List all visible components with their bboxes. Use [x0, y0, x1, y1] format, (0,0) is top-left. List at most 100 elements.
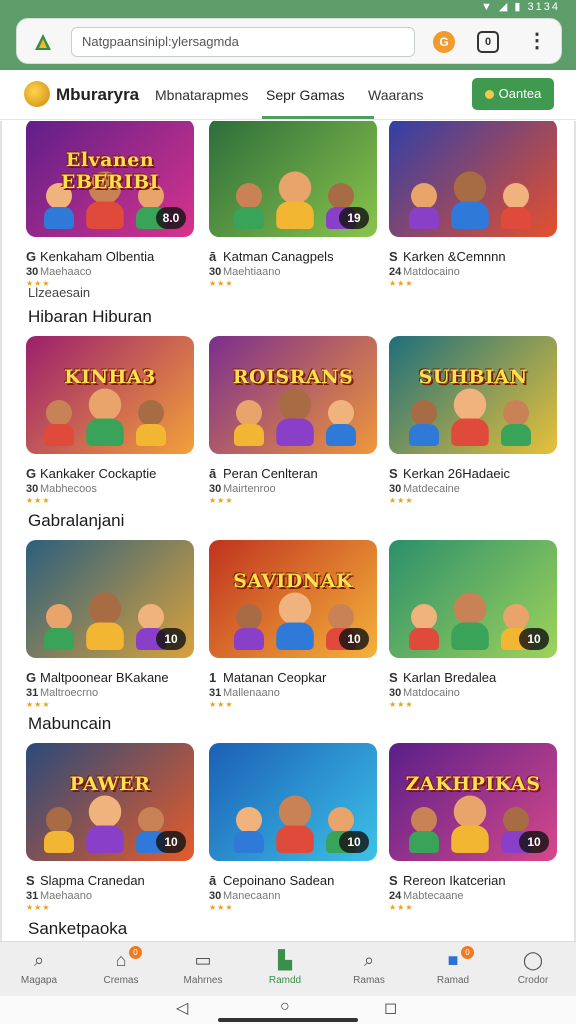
nav-link-2[interactable]: Sepr Gamas — [266, 87, 345, 103]
game-card[interactable]: KINHA3 G Kankaker Cockaptie 30 Mabhecoos ★★★ — [26, 336, 194, 505]
game-thumbnail[interactable]: ROISRANS — [209, 336, 377, 454]
url-input[interactable]: Natgpaansinipl:ylersagmda — [71, 27, 415, 57]
figure-body — [451, 418, 489, 446]
recents-icon[interactable]: ◻ — [384, 998, 397, 1018]
game-title[interactable]: S Kerkan 26Hadaeic — [389, 466, 557, 481]
game-type-icon: ā — [209, 873, 217, 888]
cta-button[interactable]: Oantea — [472, 78, 554, 110]
character-figure — [451, 592, 489, 650]
game-card[interactable]: 10 G Maltpoonear BKakane 31 Maltroecrno ★★★ — [26, 540, 194, 709]
character-figure — [409, 604, 439, 650]
figure-head — [328, 183, 354, 209]
game-thumbnail[interactable]: 19 — [209, 121, 377, 237]
game-card[interactable]: 19 ā Katman Canagpels 30 Maehtiaano ★★★ — [209, 121, 377, 288]
browser-toolbar: Natgpaansinipl:ylersagmda G 0 ⋮ — [0, 14, 576, 70]
rating-badge: 8.0 — [156, 207, 186, 229]
game-count: 30 — [209, 890, 222, 902]
tab-1[interactable]: ⌕ Magapa — [4, 948, 74, 986]
game-art-title: SUHBIAN — [418, 366, 528, 388]
game-title-text: Kenkaham Olbentia — [40, 249, 155, 264]
figure-head — [236, 400, 262, 426]
game-title[interactable]: S Karken &Cemnnn — [389, 249, 557, 264]
game-card[interactable]: S Karken &Cemnnn 24 Matdocaino ★★★ — [389, 121, 557, 288]
game-thumbnail[interactable]: PAWER 10 — [26, 743, 194, 861]
figure-head — [503, 183, 529, 209]
game-thumbnail[interactable]: 10 — [209, 743, 377, 861]
game-title-text: Katman Canagpels — [223, 249, 334, 264]
character-figure — [276, 171, 314, 229]
extension-icon[interactable]: G — [433, 31, 455, 53]
nav-link-1[interactable]: Mbnatarapmes — [155, 87, 248, 103]
character-figure — [451, 388, 489, 446]
game-thumbnail[interactable]: 10 — [26, 540, 194, 658]
game-title[interactable]: S Karlan Bredalea — [389, 670, 557, 685]
figure-head — [138, 604, 164, 630]
tab-5[interactable]: ⌕ Ramas — [334, 948, 404, 986]
game-catalog[interactable]: Elvanen EBERIBI 8.0 G Kenkaham Olbentia 30 Ma… — [0, 121, 576, 941]
tab-icon: ⌕ — [4, 948, 74, 972]
game-card[interactable]: SAVIDNAK 10 1 Matanan Ceopkar 31 Mallenaano ★★… — [209, 540, 377, 709]
game-thumbnail[interactable] — [389, 121, 557, 237]
tab-3[interactable]: ▭ Mahrnes — [168, 948, 238, 986]
game-meta: 30 Matdecaine — [389, 483, 557, 495]
game-count: 30 — [209, 266, 222, 278]
game-thumbnail[interactable]: SAVIDNAK 10 — [209, 540, 377, 658]
game-meta: 30 Maehaaco — [26, 266, 194, 278]
character-figure — [409, 400, 439, 446]
game-title[interactable]: G Kenkaham Olbentia — [26, 249, 194, 264]
game-type-icon: S — [389, 873, 398, 888]
game-title[interactable]: G Kankaker Cockaptie — [26, 466, 194, 481]
game-title[interactable]: ā Cepoinano Sadean — [209, 873, 377, 888]
figure-body — [86, 201, 124, 229]
star-rating: ★★★ — [389, 496, 414, 505]
figure-body — [86, 418, 124, 446]
tab-glyph-icon: ■ — [447, 950, 459, 970]
game-title[interactable]: S Rereon Ikatcerian — [389, 873, 557, 888]
figure-body — [501, 207, 531, 229]
game-count: 31 — [26, 687, 39, 699]
game-thumbnail[interactable]: ZAKHPIKAS 10 — [389, 743, 557, 861]
game-card[interactable]: 10 S Karlan Bredalea 30 Matdocaino ★★★ — [389, 540, 557, 709]
cta-label: Oantea — [498, 86, 542, 101]
tab-glyph-icon: ◯ — [522, 950, 544, 970]
game-title[interactable]: G Maltpoonear BKakane — [26, 670, 194, 685]
game-title-text: Kankaker Cockaptie — [40, 466, 157, 481]
game-type-icon: ā — [209, 466, 217, 481]
brand-logo-icon[interactable] — [24, 81, 50, 107]
game-card[interactable]: ROISRANS ā Peran Cenlteran 30 Mairtenroo ★★★ — [209, 336, 377, 505]
game-thumbnail[interactable]: 10 — [389, 540, 557, 658]
figure-body — [409, 424, 439, 446]
nav-link-3[interactable]: Waarans — [368, 87, 424, 103]
tab-2[interactable]: ⌂ 0 Cremas — [86, 946, 156, 986]
game-art-title: ROISRANS — [232, 366, 354, 388]
game-title[interactable]: ā Peran Cenlteran — [209, 466, 377, 481]
game-thumbnail[interactable]: SUHBIAN — [389, 336, 557, 454]
game-title[interactable]: S Slapma Cranedan — [26, 873, 194, 888]
game-count: 30 — [389, 483, 402, 495]
game-card[interactable]: PAWER 10 S Slapma Cranedan 31 Maehaano ★★★ — [26, 743, 194, 912]
tab-4[interactable]: ▙ Ramdd — [250, 948, 320, 986]
game-card[interactable]: Elvanen EBERIBI 8.0 G Kenkaham Olbentia 30 Ma… — [26, 121, 194, 288]
tab-switcher-icon[interactable]: 0 — [477, 31, 499, 53]
character-figure — [501, 183, 531, 229]
game-title[interactable]: 1 Matanan Ceopkar — [209, 670, 377, 685]
game-title[interactable]: ā Katman Canagpels — [209, 249, 377, 264]
tab-7[interactable]: ◯ Crodor — [498, 948, 568, 986]
game-card[interactable]: ZAKHPIKAS 10 S Rereon Ikatcerian 24 Mabtecaan… — [389, 743, 557, 912]
game-art-title: KINHA3 — [64, 366, 156, 388]
brand-name[interactable]: Mburaryra — [56, 85, 139, 105]
game-thumbnail[interactable]: Elvanen EBERIBI 8.0 — [26, 121, 194, 237]
game-meta-text: Maehaaco — [40, 266, 92, 278]
browser-menu-icon[interactable]: ⋮ — [525, 27, 549, 57]
tab-label: Ramas — [353, 975, 385, 986]
figure-body — [409, 207, 439, 229]
game-thumbnail[interactable]: KINHA3 — [26, 336, 194, 454]
star-rating: ★★★ — [26, 903, 51, 912]
game-card[interactable]: SUHBIAN S Kerkan 26Hadaeic 30 Matdecaine ★★★ — [389, 336, 557, 505]
home-icon[interactable]: ○ — [280, 998, 290, 1016]
tab-glyph-icon: ⌂ — [115, 950, 127, 970]
tab-6[interactable]: ■ 0 Ramad — [418, 946, 488, 986]
game-card[interactable]: 10 ā Cepoinano Sadean 30 Manecaann ★★★ — [209, 743, 377, 912]
game-meta: 30 Mabhecoos — [26, 483, 194, 495]
back-icon[interactable]: ◁ — [176, 998, 188, 1018]
